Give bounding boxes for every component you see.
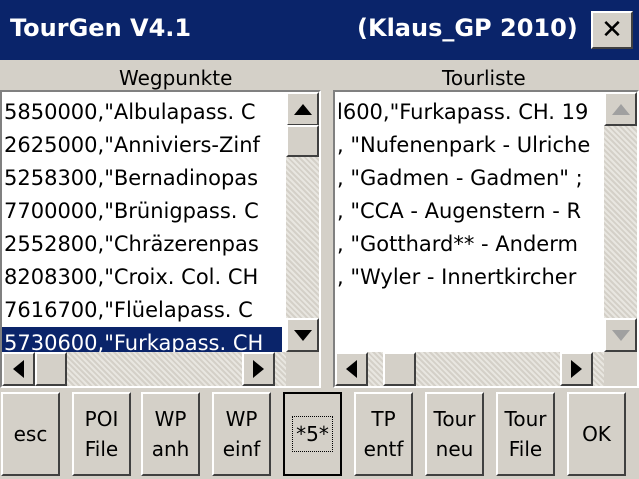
tour-neu-label-line: Tour	[433, 407, 476, 431]
tour-neu-button[interactable]: Tour neu	[425, 392, 484, 476]
ok-label-line: OK	[582, 422, 611, 446]
tourlist-scroll-corner	[604, 352, 637, 386]
waypoint-list-item[interactable]: 8208300,"Croix. Col. CH	[2, 261, 282, 294]
poi-file-label-line: POI	[84, 407, 119, 431]
arrow-up-icon	[293, 103, 312, 115]
tour-list-item[interactable]: l600,"Furkapass. CH. 19	[335, 96, 605, 129]
user-info: (Klaus_GP 2010)	[357, 14, 578, 42]
close-button[interactable]: ✕	[591, 11, 633, 49]
tour-list-item[interactable]: , "Nufenenpark - Ulriche	[335, 129, 605, 162]
tp-entf-button[interactable]: TP entf	[354, 392, 413, 476]
waypoint-list-item[interactable]: 7616700,"Flüelapass. C	[2, 294, 282, 327]
waypoint-list-item[interactable]: 2625000,"Anniviers-Zinf	[2, 129, 282, 162]
tour-list-item[interactable]: , "CCA - Augenstern - R	[335, 195, 605, 228]
waypoints-scroll-corner	[286, 352, 319, 386]
tourlist-header: Tourliste	[442, 66, 526, 90]
waypoints-vscroll[interactable]	[286, 92, 319, 352]
tourlist-scroll-down-button[interactable]	[604, 318, 637, 352]
tourlist-scroll-left-button[interactable]	[335, 352, 368, 386]
title-bar: TourGen V4.1 (Klaus_GP 2010) ✕	[0, 0, 639, 60]
tp-entf-label-line: TP	[371, 407, 396, 431]
wp-anh-button[interactable]: WP anh	[141, 392, 200, 476]
waypoint-list-item[interactable]: 5850000,"Albulapass. C	[2, 96, 282, 129]
tour-file-label-line: Tour	[504, 407, 547, 431]
waypoints-scroll-right-button[interactable]	[242, 352, 275, 386]
esc-button[interactable]: esc	[1, 392, 60, 476]
star5-label-line: *5*	[296, 422, 329, 446]
arrow-down-icon	[293, 329, 312, 341]
esc-label-line: esc	[13, 422, 48, 446]
waypoints-rows: 5850000,"Albulapass. C 2625000,"Anniviers…	[2, 96, 282, 360]
star5-button[interactable]: *5*	[283, 392, 342, 476]
tourlist-hscroll[interactable]	[335, 352, 608, 386]
wp-anh-label-line: anh	[151, 437, 190, 461]
arrow-up-icon	[611, 103, 630, 115]
tour-file-label-line: File	[508, 437, 543, 461]
tourlist-scroll-up-button[interactable]	[604, 92, 637, 126]
tour-list-item[interactable]: , "Gotthard** - Anderm	[335, 228, 605, 261]
tour-file-button[interactable]: Tour File	[496, 392, 555, 476]
button-bar: esc POI File WP anh WP einf *5* TP entf Tour neu Tou…	[0, 392, 639, 479]
tour-neu-label-line: neu	[435, 437, 474, 461]
tourlist-list[interactable]: l600,"Furkapass. CH. 19, "Nufenenpark - …	[333, 90, 639, 388]
tourlist-hscroll-thumb[interactable]	[383, 352, 416, 386]
tour-list-item[interactable]: , "Gadmen - Gadmen" ;	[335, 162, 605, 195]
arrow-left-icon	[346, 360, 357, 378]
waypoints-hscroll[interactable]	[2, 352, 290, 386]
arrow-right-icon	[253, 360, 264, 378]
close-icon: ✕	[601, 15, 623, 45]
poi-file-button[interactable]: POI File	[72, 392, 131, 476]
waypoint-list-item[interactable]: 5258300,"Bernadinopas	[2, 162, 282, 195]
waypoint-list-item[interactable]: 7700000,"Brünigpass. C	[2, 195, 282, 228]
waypoints-vscroll-thumb[interactable]	[286, 125, 319, 157]
wp-einf-button[interactable]: WP einf	[212, 392, 271, 476]
tourlist-rows: l600,"Furkapass. CH. 19, "Nufenenpark - …	[335, 96, 605, 294]
waypoints-list[interactable]: 5850000,"Albulapass. C 2625000,"Anniviers…	[0, 90, 321, 388]
waypoints-header: Wegpunkte	[119, 66, 233, 90]
tourlist-scroll-right-button[interactable]	[560, 352, 593, 386]
waypoints-scroll-left-button[interactable]	[2, 352, 35, 386]
ok-button[interactable]: OK	[567, 392, 626, 476]
wp-einf-label-line: einf	[222, 437, 261, 461]
tour-list-item[interactable]: , "Wyler - Innertkircher	[335, 261, 605, 294]
poi-file-label-line: File	[84, 437, 119, 461]
arrow-right-icon	[571, 360, 582, 378]
wp-einf-label-line: WP	[225, 407, 258, 431]
app-title: TourGen V4.1	[10, 14, 192, 42]
arrow-down-icon	[611, 329, 630, 341]
waypoints-hscroll-thumb[interactable]	[35, 352, 67, 386]
tourlist-vscroll[interactable]	[604, 92, 637, 352]
wp-anh-label-line: WP	[154, 407, 187, 431]
waypoints-scroll-up-button[interactable]	[286, 92, 319, 126]
tp-entf-label-line: entf	[363, 437, 404, 461]
arrow-left-icon	[13, 360, 24, 378]
waypoints-scroll-down-button[interactable]	[286, 318, 319, 352]
waypoint-list-item[interactable]: 2552800,"Chräzerenpas	[2, 228, 282, 261]
